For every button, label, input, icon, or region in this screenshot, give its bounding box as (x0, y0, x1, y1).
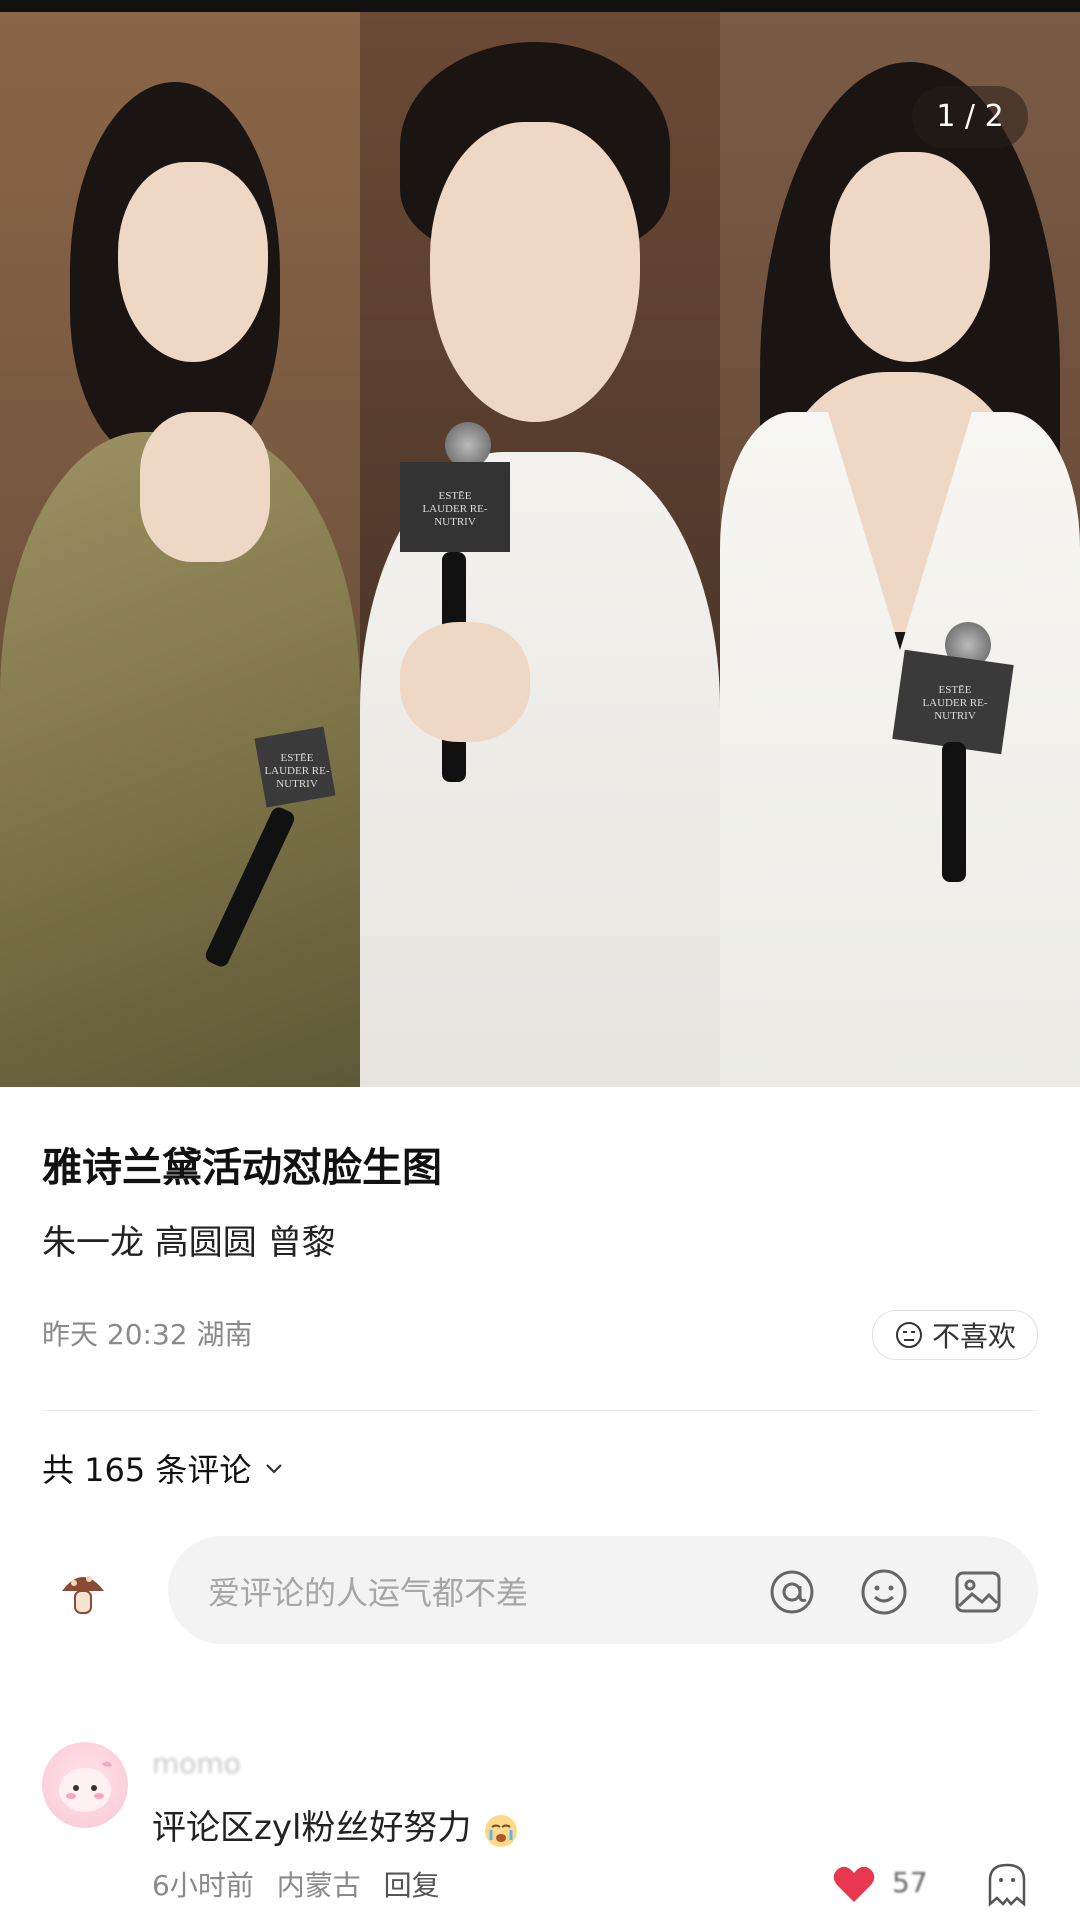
photo-face (430, 122, 640, 422)
post-location: 湖南 (196, 1318, 253, 1351)
mic-label: ESTĒE LAUDER RE-NUTRIV (264, 752, 330, 790)
post-title: 雅诗兰黛活动怼脸生图 (42, 1145, 442, 1191)
crying-emoji-icon (485, 1814, 518, 1847)
comment-input-placeholder: 爱评论的人运气都不差 (208, 1574, 529, 1612)
comment-count-toggle[interactable]: 共 165 条评论 (42, 1445, 285, 1491)
comment-location: 内蒙古 (276, 1869, 361, 1902)
photo-3[interactable]: ESTĒE LAUDER RE-NUTRIV (720, 12, 1080, 1087)
comment-time: 6小时前 (152, 1869, 254, 1902)
photo-1[interactable]: ESTĒE LAUDER RE-NUTRIV (0, 12, 360, 1087)
mushroom-avatar-icon[interactable] (56, 1565, 110, 1619)
heart-icon[interactable] (832, 1864, 876, 1904)
chevron-down-icon (266, 1464, 283, 1474)
emoji-icon[interactable] (858, 1566, 910, 1618)
photo-hand (400, 622, 530, 742)
dislike-label: 不喜欢 (931, 1320, 1016, 1353)
mic-label: ESTĒE LAUDER RE-NUTRIV (422, 490, 488, 528)
mic-label: ESTĒE LAUDER RE-NUTRIV (922, 684, 988, 722)
image-icon[interactable] (952, 1566, 1004, 1618)
photo-face (830, 152, 990, 362)
comment-text: 评论区zyl粉丝好努力 (152, 1800, 520, 1849)
gallery-page-counter: 1 / 2 (912, 86, 1028, 148)
comment-count-label: 共 165 条评论 (42, 1451, 252, 1489)
ghost-icon[interactable] (986, 1862, 1028, 1908)
comment-body: 评论区zyl粉丝好努力 (152, 1808, 472, 1848)
neutral-face-icon (895, 1322, 922, 1348)
photo-gallery[interactable]: ESTĒE LAUDER RE-NUTRIV ESTĒE LAUDER RE-N… (0, 12, 1080, 1087)
cartoon-avatar-icon (59, 1761, 112, 1812)
at-icon[interactable] (766, 1566, 818, 1618)
comment-username[interactable]: momo (152, 1747, 241, 1780)
photo-face (118, 162, 268, 362)
mic-handle (942, 742, 966, 882)
post-time: 昨天 20:32 (42, 1318, 188, 1351)
comment-meta: 6小时前 内蒙古 回复 (152, 1864, 454, 1904)
post-subtitle: 朱一龙 高圆圆 曾黎 (42, 1223, 336, 1263)
photo-neck (140, 412, 270, 562)
dislike-button[interactable]: 不喜欢 (872, 1310, 1038, 1360)
reply-button[interactable]: 回复 (384, 1869, 440, 1902)
status-strip (0, 0, 1080, 12)
comment-input[interactable]: 爱评论的人运气都不差 (168, 1536, 1038, 1644)
divider (42, 1410, 1038, 1411)
like-count: 57 (892, 1866, 928, 1899)
post-meta: 昨天 20:32 湖南 (42, 1313, 253, 1353)
photo-2[interactable]: ESTĒE LAUDER RE-NUTRIV (360, 12, 720, 1087)
avatar[interactable] (42, 1742, 128, 1828)
